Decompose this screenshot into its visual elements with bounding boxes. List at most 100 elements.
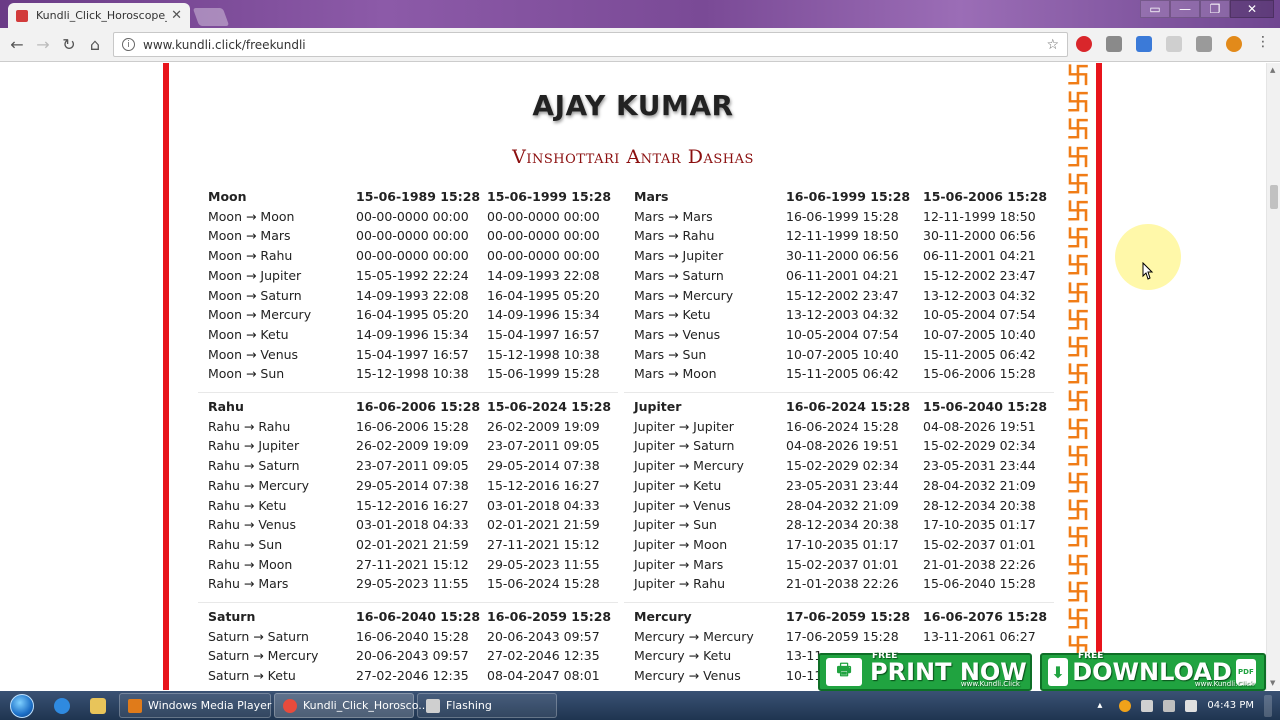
taskbar-flashing[interactable]: Flashing [417,693,557,718]
start-datetime: 00-00-0000 00:00 [356,248,469,264]
start-datetime: 23-05-2031 23:44 [786,477,899,493]
end-datetime: 00-00-0000 00:00 [487,208,600,224]
period-name: Moon → Mars [208,228,291,244]
tray-app-icon[interactable] [1119,699,1132,712]
bookmark-star-icon[interactable]: ☆ [1046,37,1059,53]
start-datetime: 04-08-2026 19:51 [786,438,899,454]
end-datetime: 15-06-1999 15:28 [487,189,612,204]
browser-tab[interactable]: Kundli_Click_Horoscope_ ✕ [8,3,190,28]
extension-icon[interactable] [1106,36,1122,52]
new-tab-button[interactable] [192,8,230,26]
period-name: Mars → Venus [634,326,721,342]
start-datetime: 29-05-2014 07:38 [356,477,469,493]
page-viewport: 卐卐卐卐卐卐卐卐卐卐卐卐卐卐卐卐卐卐卐卐卐卐卐 AJAY KUMAR Vinsh… [0,63,1266,690]
mahadasha-header-row: Moon 15-06-1989 15:28 15-06-1999 15:28 [208,189,612,209]
start-button[interactable] [0,691,44,720]
swastika-icon: 卐 [1066,471,1090,498]
start-datetime: 23-07-2011 09:05 [356,458,469,474]
scrollbar-thumb[interactable] [1270,185,1278,209]
antardasha-row: Saturn → Saturn 16-06-2040 15:28 20-06-204… [208,629,608,649]
tray-expand-icon[interactable]: ▴ [1097,700,1109,712]
period-name: Mars → Mercury [634,287,734,303]
end-datetime: 14-09-1993 22:08 [487,267,600,283]
start-datetime: 15-11-2005 06:42 [786,366,899,382]
close-window-button[interactable]: ✕ [1230,0,1274,18]
period-name: Rahu [208,399,244,414]
extension-calendar-icon[interactable] [1136,36,1152,52]
tray-device-icon[interactable] [1141,699,1154,712]
reload-button[interactable]: ↻ [56,32,82,58]
taskbar-item-label: Kundli_Click_Horosco... [303,699,429,712]
end-datetime: 20-06-2043 09:57 [487,628,600,644]
home-button[interactable]: ⌂ [82,32,108,58]
taskbar-chrome[interactable]: Kundli_Click_Horosco... [274,693,429,718]
page-scrollbar[interactable]: ▲ ▼ [1266,63,1280,690]
start-datetime: 16-06-2040 15:28 [356,609,481,624]
mahadasha-header-row: Rahu 16-06-2006 15:28 15-06-2024 15:28 [208,399,612,419]
back-button[interactable]: ← [4,32,30,58]
period-name: Mars → Jupiter [634,248,724,264]
chrome-menu-icon[interactable]: ⋮ [1256,34,1270,50]
antardasha-row: Jupiter → Sun 28-12-2034 20:38 17-10-2035 … [634,517,1044,537]
block-divider [624,392,1054,393]
minimize-button[interactable]: — [1170,0,1200,18]
end-datetime: 28-04-2032 21:09 [923,477,1036,493]
start-datetime: 17-10-2035 01:17 [786,536,899,552]
ie-launcher[interactable] [44,693,80,719]
end-datetime: 23-07-2011 09:05 [487,438,600,454]
swastika-icon: 卐 [1066,607,1090,634]
maximize-button[interactable]: ❐ [1200,0,1230,18]
taskbar-item-label: Windows Media Player [148,699,272,712]
print-now-button[interactable]: FREE 🖶 PRINT NOW www.Kundli.Click [818,651,1032,691]
period-name: Jupiter → Mars [634,556,724,572]
person-name: AJAY KUMAR [532,89,734,122]
taskbar-media-player[interactable]: Windows Media Player [119,693,271,718]
end-datetime: 00-00-0000 00:00 [487,248,600,264]
mahadasha-header-row: Saturn 16-06-2040 15:28 16-06-2059 15:28 [208,609,611,629]
scroll-up-icon[interactable]: ▲ [1270,66,1275,74]
start-datetime: 12-11-1999 18:50 [786,228,899,244]
period-name: Mars → Mars [634,208,713,224]
show-desktop-button[interactable] [1264,694,1272,717]
start-datetime: 14-09-1993 22:08 [356,287,469,303]
period-name: Mercury [634,609,692,624]
end-datetime: 26-02-2009 19:09 [487,418,600,434]
forward-button[interactable]: → [30,32,56,58]
window-restore-small-button[interactable]: ▭ [1140,0,1170,18]
end-datetime: 21-01-2038 22:26 [923,556,1036,572]
volume-icon[interactable] [1185,699,1198,712]
network-icon[interactable] [1163,699,1176,712]
kundli-favicon-icon [16,9,28,22]
explorer-launcher[interactable] [80,693,116,719]
antardasha-row: Rahu → Rahu 16-06-2006 15:28 26-02-2009 19… [208,419,608,439]
period-name: Saturn → Ketu [208,668,296,684]
end-datetime: 15-06-2040 15:28 [923,576,1036,592]
end-datetime: 15-06-2040 15:28 [923,399,1048,414]
clock[interactable]: 04:43 PM [1207,700,1254,711]
end-datetime: 15-06-2024 15:28 [487,399,612,414]
period-name: Jupiter → Moon [634,536,728,552]
start-datetime: 15-06-1989 15:28 [356,189,481,204]
app-window-icon [426,698,440,713]
start-datetime: 15-02-2029 02:34 [786,458,899,474]
start-datetime: 29-05-2023 11:55 [356,576,469,592]
antardasha-row: Jupiter → Mars 15-02-2037 01:01 21-01-2038… [634,557,1044,577]
end-datetime: 08-04-2047 08:01 [487,668,600,684]
start-datetime: 15-12-2002 23:47 [786,287,899,303]
start-datetime: 02-01-2021 21:59 [356,536,469,552]
end-datetime: 23-05-2031 23:44 [923,458,1036,474]
antardasha-row: Mars → Venus 10-05-2004 07:54 10-07-2005 1… [634,327,1044,347]
period-name: Rahu → Sun [208,536,283,552]
extension-gear-icon[interactable] [1226,36,1242,52]
download-button[interactable]: FREE ⬇ DOWNLOAD PDF www.Kundli.Click [1040,651,1266,691]
site-info-icon[interactable]: i [122,38,135,51]
opera-extension-icon[interactable] [1076,36,1092,52]
extension-pen-icon[interactable] [1166,36,1182,52]
swastika-icon: 卐 [1066,362,1090,389]
system-tray: ▴ 04:43 PM [1097,691,1280,720]
chrome-icon [283,698,297,713]
address-bar[interactable]: i www.kundli.click/freekundli ☆ [113,32,1068,57]
extension-screenshot-icon[interactable] [1196,36,1212,52]
tab-close-icon[interactable]: ✕ [171,8,182,23]
scroll-down-icon[interactable]: ▼ [1270,679,1275,687]
